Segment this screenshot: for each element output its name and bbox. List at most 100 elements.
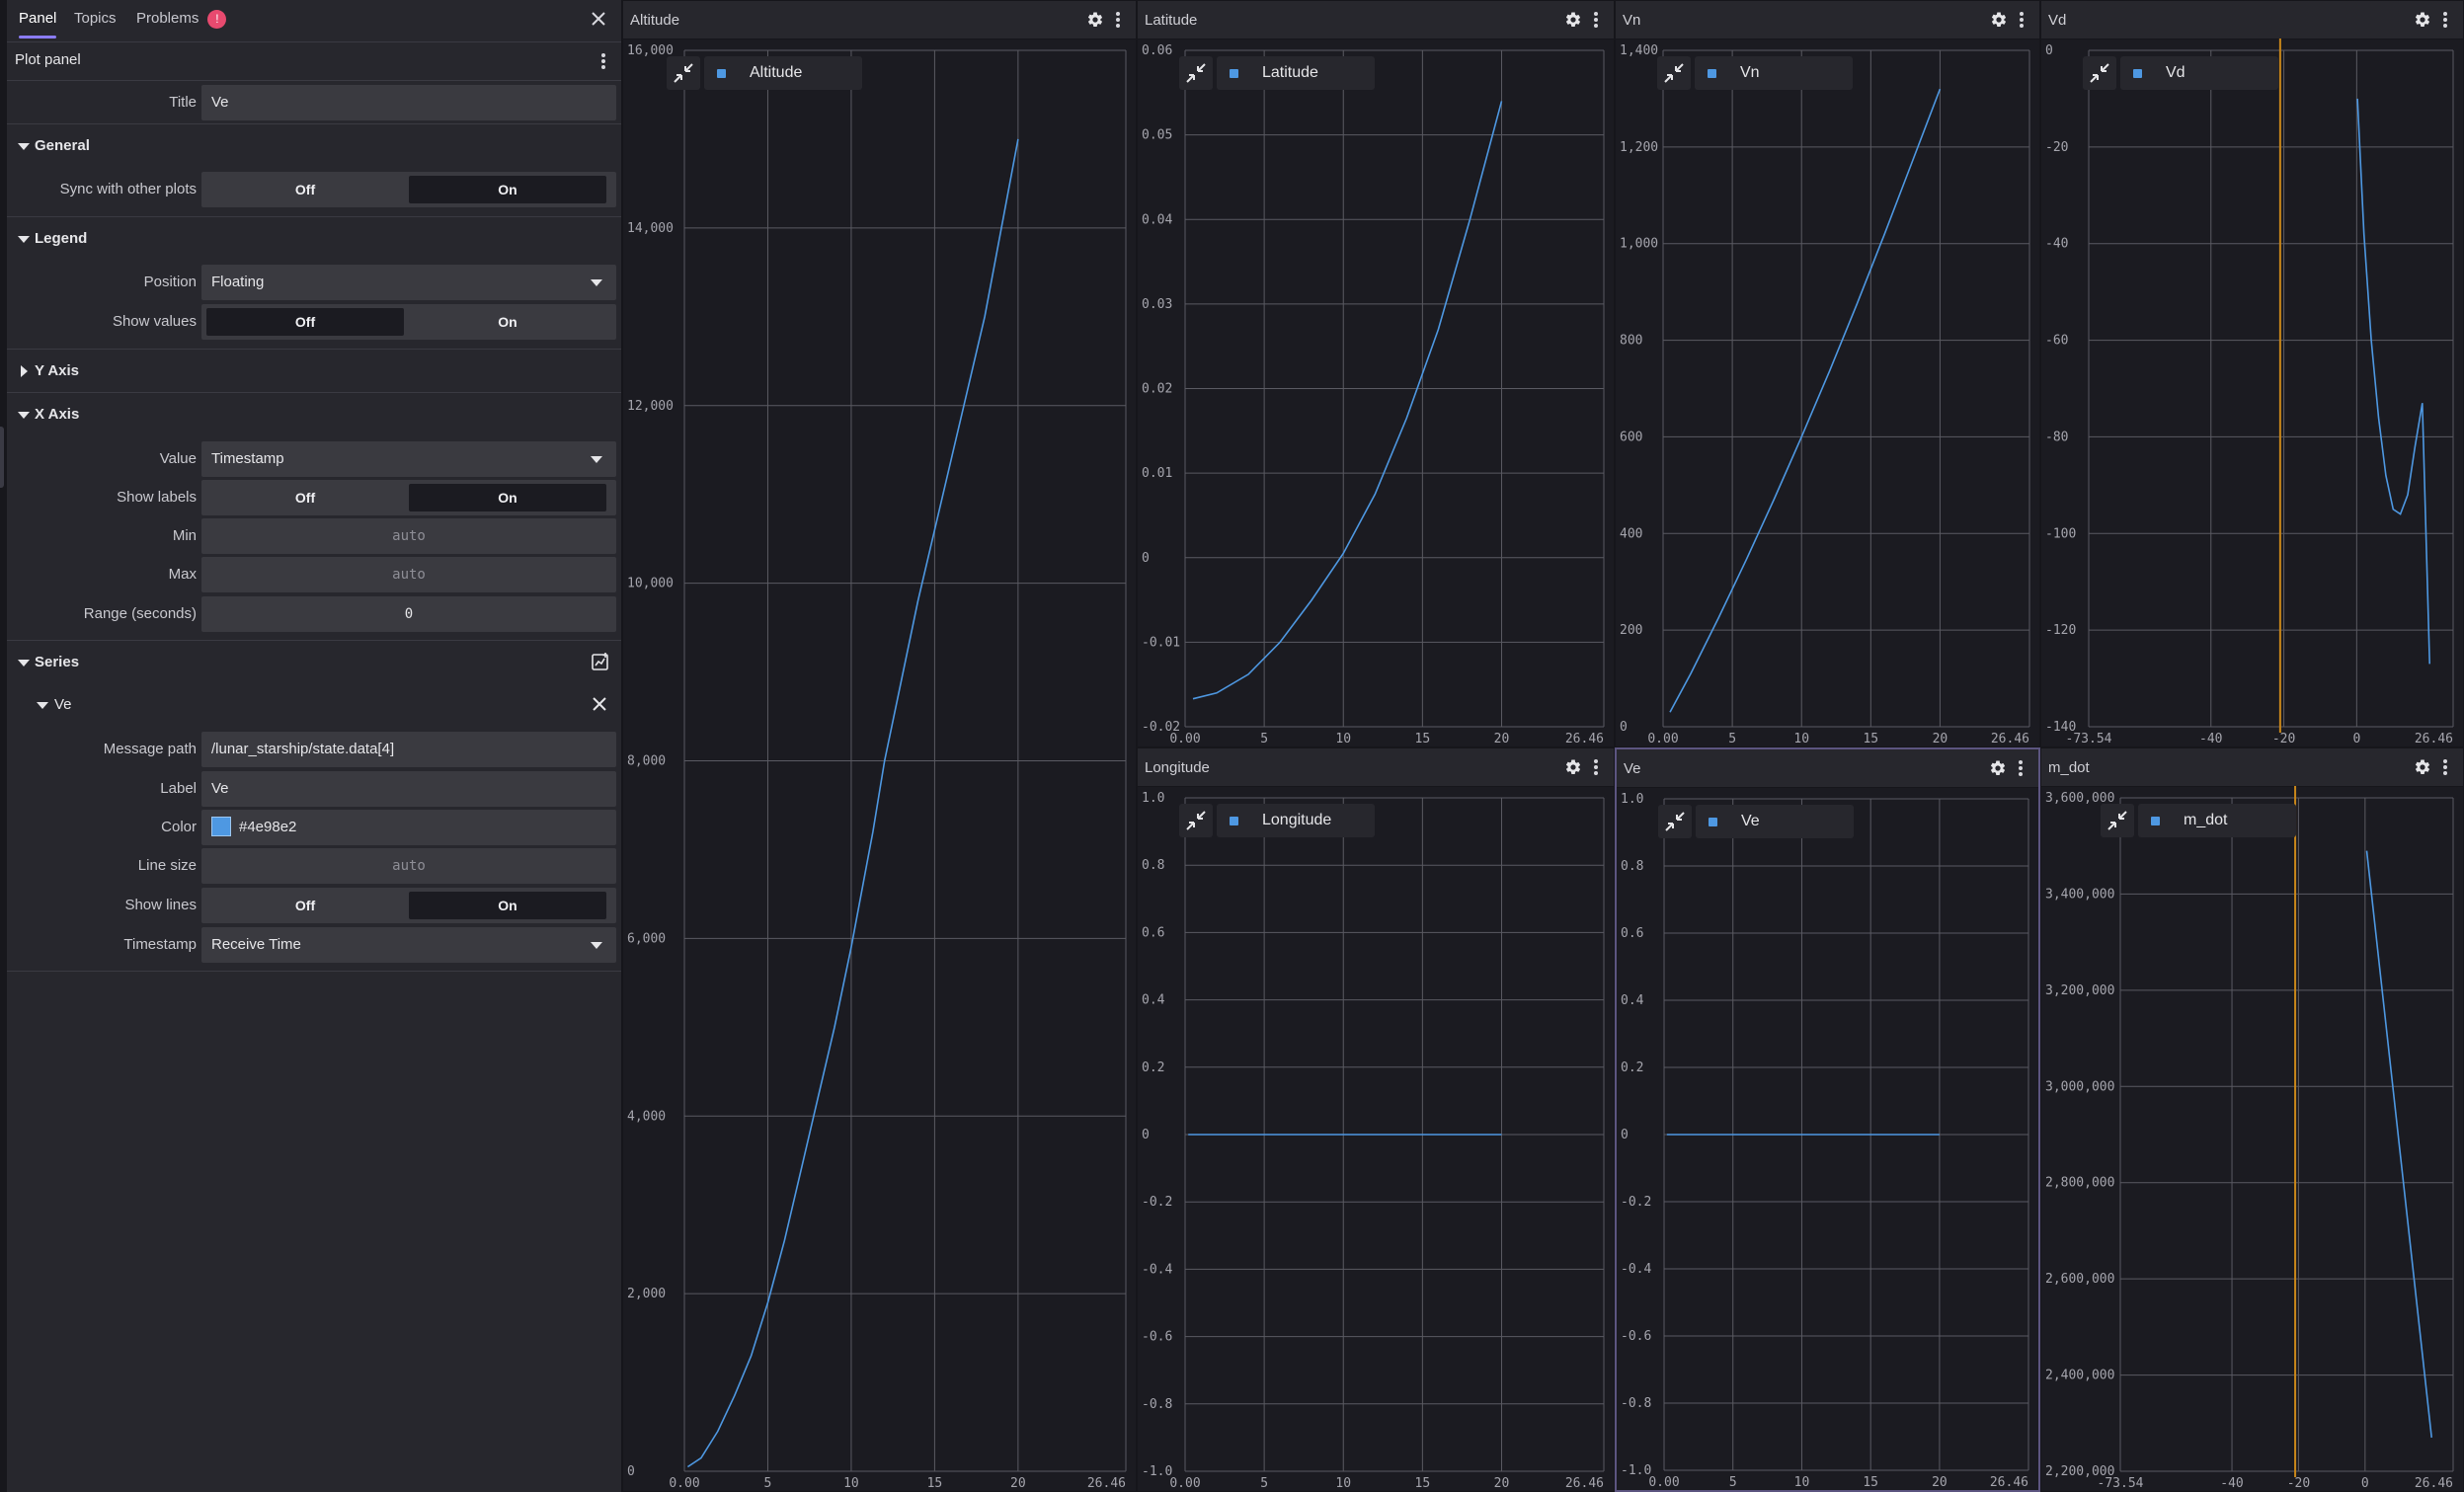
y-tick-label: 1.0 [1142, 791, 1164, 806]
panel-settings-gear-icon[interactable] [1989, 759, 2007, 777]
panel-titlebar[interactable]: Vn [1616, 1, 2039, 39]
legend-collapse-button[interactable] [1179, 804, 1213, 837]
panel-settings-gear-icon[interactable] [1564, 758, 1582, 776]
panel-menu-icon[interactable] [1111, 8, 1125, 32]
y-tick-label: 14,000 [627, 221, 674, 236]
panel-titlebar[interactable]: Longitude [1138, 748, 1614, 787]
y-tick-label: 4,000 [627, 1109, 666, 1124]
legend-collapse-button[interactable] [2083, 56, 2116, 90]
show-lines-off-option[interactable]: Off [206, 892, 404, 919]
panel-menu-icon[interactable] [1589, 755, 1603, 779]
section-legend[interactable]: Legend [7, 216, 621, 261]
panel-menu-icon[interactable] [2014, 756, 2027, 780]
legend-series-name: Longitude [1262, 812, 1332, 828]
legend-entry[interactable]: Vn [1695, 56, 1853, 90]
panel-titlebar[interactable]: Ve [1617, 749, 2038, 788]
show-lines-label: Show lines [124, 897, 197, 913]
x-max-input[interactable]: auto [201, 557, 616, 592]
panel-menu-icon[interactable] [1589, 8, 1603, 32]
legend-collapse-button[interactable] [2101, 804, 2134, 837]
x-min-input[interactable]: auto [201, 518, 616, 554]
legend-color-swatch [1708, 69, 1716, 78]
x-tick-label: 15 [927, 1476, 943, 1491]
plot-area[interactable]: 0 200 400 600 800 1,000 1,200 1,400 0.00 5 10 15 20 2… [1616, 39, 2039, 746]
close-sidebar-icon[interactable] [588, 8, 609, 30]
section-x-axis[interactable]: X Axis [7, 392, 621, 436]
plot-area[interactable]: -0.02-0.0100.010.020.030.040.050.060.00 5… [1138, 39, 1614, 746]
show-values-label: Show values [112, 313, 197, 330]
show-values-on-option[interactable]: On [409, 308, 606, 336]
panel-settings-menu-icon[interactable] [596, 49, 611, 73]
tab-panel[interactable]: Panel [19, 0, 57, 39]
sync-on-option[interactable]: On [409, 176, 606, 203]
series-line-altitude [686, 138, 1019, 1468]
series-item-name: Ve [54, 696, 72, 713]
show-labels-on-option[interactable]: On [409, 484, 606, 511]
add-series-icon[interactable] [591, 652, 610, 671]
series-label-row: Label Ve [7, 769, 621, 809]
section-y-axis[interactable]: Y Axis [7, 349, 621, 393]
panel-titlebar[interactable]: Latitude [1138, 1, 1614, 39]
legend-entry[interactable]: Altitude [704, 56, 862, 90]
show-labels-off-option[interactable]: Off [206, 484, 404, 511]
plot-area[interactable]: -1.0 -0.8 -0.6 -0.4 -0.2 0 0.2 0.4 0.6 0.8 1.0 0.00… [1617, 787, 2038, 1490]
tab-problems[interactable]: Problems! [136, 0, 227, 39]
show-values-off-option[interactable]: Off [206, 308, 404, 336]
series-label-input[interactable]: Ve [201, 771, 616, 807]
plot-area[interactable]: 0 2,000 4,000 6,000 8,000 10,000 12,000 14,000 1… [623, 39, 1136, 1491]
panel-menu-icon[interactable] [2015, 8, 2028, 32]
legend-collapse-button[interactable] [1657, 56, 1691, 90]
panel-title: m_dot [2048, 759, 2090, 776]
remove-series-icon[interactable] [590, 694, 609, 714]
y-tick-label: -0.4 [1142, 1262, 1172, 1277]
range-input[interactable]: 0 [201, 596, 616, 632]
sync-off-option[interactable]: Off [206, 176, 404, 203]
sidebar-resize-handle[interactable] [0, 427, 4, 488]
panel-menu-icon[interactable] [2438, 755, 2452, 779]
y-tick-label: 0.04 [1142, 212, 1172, 227]
legend-entry[interactable]: Vd [2120, 56, 2278, 90]
legend-entry[interactable]: Longitude [1217, 804, 1375, 837]
panel-settings-gear-icon[interactable] [2414, 11, 2431, 29]
panel-title: Latitude [1145, 12, 1198, 29]
legend-collapse-button[interactable] [1658, 805, 1692, 838]
series-item-ve[interactable]: Ve [7, 685, 621, 725]
panel-settings-gear-icon[interactable] [1564, 11, 1582, 29]
sync-row: Sync with other plots Off On [7, 170, 621, 209]
legend-collapse-button[interactable] [667, 56, 700, 90]
panel-titlebar[interactable]: Vd [2041, 1, 2463, 39]
legend-entry[interactable]: Ve [1696, 805, 1854, 838]
plot-area[interactable]: 2,200,0002,400,0002,600,0002,800,0003,00… [2041, 786, 2463, 1491]
color-swatch[interactable] [211, 816, 231, 836]
section-series[interactable]: Series [7, 640, 621, 684]
x-min-row: Min auto [7, 516, 621, 556]
message-path-input[interactable]: /lunar_starship/state.data[4] [201, 732, 616, 767]
panel-settings-gear-icon[interactable] [2414, 758, 2431, 776]
collapse-legend-icon [1186, 63, 1206, 83]
plot-area[interactable]: -1.0 -0.8 -0.6 -0.4 -0.2 0 0.2 0.4 0.6 0.8 1.0 0.00… [1138, 786, 1614, 1491]
title-input[interactable]: Ve [201, 85, 616, 120]
panel-settings-gear-icon[interactable] [1086, 11, 1104, 29]
legend-collapse-button[interactable] [1179, 56, 1213, 90]
tab-topics[interactable]: Topics [74, 0, 117, 39]
plot-area[interactable]: -140-120-100-80-60-40-200-73.54 -40 -20 0 26… [2041, 39, 2463, 746]
panel-titlebar[interactable]: m_dot [2041, 748, 2463, 787]
x-value-select[interactable]: Timestamp [201, 441, 616, 477]
legend-position-select[interactable]: Floating [201, 265, 616, 300]
show-lines-on-option[interactable]: On [409, 892, 606, 919]
timestamp-select[interactable]: Receive Time [201, 927, 616, 963]
show-labels-toggle: Off On [201, 480, 616, 515]
y-tick-label: 0 [2045, 43, 2053, 58]
color-input[interactable]: #4e98e2 [201, 810, 616, 845]
problems-count-badge: ! [207, 9, 227, 29]
panel-titlebar[interactable]: Altitude [623, 1, 1136, 39]
legend-entry[interactable]: m_dot [2138, 804, 2296, 837]
x-tick-label: 0 [2361, 1476, 2369, 1491]
panel-menu-icon[interactable] [2438, 8, 2452, 32]
panel-settings-gear-icon[interactable] [1990, 11, 2008, 29]
section-general[interactable]: General [7, 123, 621, 168]
range-row: Range (seconds) 0 [7, 594, 621, 634]
legend-entry[interactable]: Latitude [1217, 56, 1375, 90]
line-size-input[interactable]: auto [201, 848, 616, 884]
legend-position-value: Floating [211, 274, 265, 290]
